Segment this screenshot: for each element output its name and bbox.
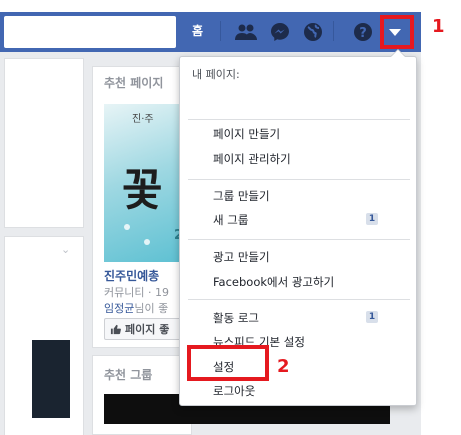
annotation-box-2 bbox=[187, 345, 269, 381]
menu-item-log-out[interactable]: 로그아웃 bbox=[213, 383, 255, 399]
menu-item-new-groups[interactable]: 새 그룹 bbox=[213, 212, 248, 228]
menu-item-create-group[interactable]: 그룹 만들기 bbox=[213, 188, 270, 204]
nav-divider bbox=[220, 21, 221, 41]
thumbs-up-icon bbox=[110, 324, 121, 334]
top-navigation-bar: 홈 ? bbox=[0, 12, 421, 52]
like-button-label: 페이지 좋 bbox=[125, 323, 170, 336]
menu-divider bbox=[188, 239, 410, 240]
menu-item-create-page[interactable]: 페이지 만들기 bbox=[213, 126, 280, 142]
menu-divider bbox=[188, 299, 410, 300]
annotation-label-2: 2 bbox=[277, 356, 290, 377]
recommended-page-category: 커뮤니티 · 19 bbox=[104, 286, 169, 299]
recommended-page-name[interactable]: 진주민예총 bbox=[104, 267, 159, 284]
recommended-pages-title: 추천 페이지 bbox=[104, 76, 164, 90]
friends-icon[interactable] bbox=[235, 21, 257, 43]
menu-divider bbox=[188, 119, 410, 120]
image-calligraphy: 꽃 bbox=[122, 165, 163, 216]
messenger-icon[interactable] bbox=[269, 21, 291, 43]
friend-suffix: 님이 좋 bbox=[134, 302, 169, 315]
annotation-box-1 bbox=[380, 15, 414, 49]
nav-divider bbox=[333, 21, 334, 41]
feed-photo[interactable] bbox=[32, 340, 70, 418]
my-pages-header: 내 페이지: bbox=[192, 68, 240, 81]
image-text: 진·주 bbox=[132, 114, 154, 125]
image-decoration bbox=[124, 224, 130, 230]
help-icon[interactable]: ? bbox=[352, 21, 374, 43]
menu-item-advertise[interactable]: Facebook에서 광고하기 bbox=[213, 274, 334, 290]
recommended-page-friend: 임정균님이 좋 bbox=[104, 300, 168, 316]
new-groups-badge: 1 bbox=[366, 213, 378, 225]
chevron-down-icon[interactable]: ⌄ bbox=[61, 243, 70, 256]
menu-item-manage-pages[interactable]: 페이지 관리하기 bbox=[213, 151, 291, 167]
svg-text:?: ? bbox=[359, 26, 367, 41]
globe-icon[interactable] bbox=[302, 21, 324, 43]
activity-log-badge: 1 bbox=[366, 311, 378, 323]
feed-card bbox=[4, 58, 84, 228]
dropdown-caret-fill bbox=[391, 50, 405, 57]
menu-item-activity-log[interactable]: 활동 로그 bbox=[213, 310, 259, 326]
recommended-groups-title: 추천 그룹 bbox=[104, 368, 153, 382]
like-page-button[interactable]: 페이지 좋 bbox=[104, 318, 186, 340]
friend-name[interactable]: 임정균 bbox=[104, 302, 134, 315]
home-link[interactable]: 홈 bbox=[192, 22, 203, 39]
search-input[interactable] bbox=[4, 16, 176, 48]
menu-divider bbox=[188, 179, 410, 180]
image-decoration bbox=[144, 239, 150, 245]
annotation-label-1: 1 bbox=[432, 16, 445, 37]
menu-item-create-ad[interactable]: 광고 만들기 bbox=[213, 249, 270, 265]
